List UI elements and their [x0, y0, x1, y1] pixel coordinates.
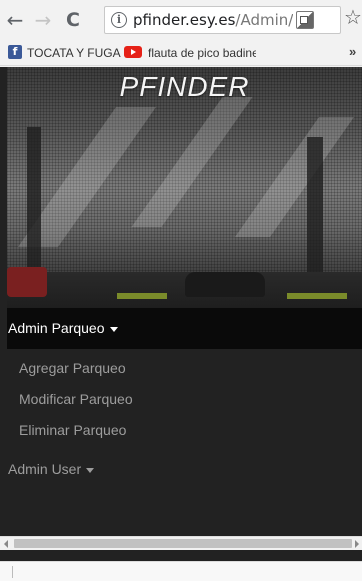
page-viewport: PFINDER Admin Parqueo Agregar Parqueo Mo… [0, 67, 362, 561]
parking-stripe [287, 293, 347, 299]
url-text[interactable]: pfinder.esy.es/Admin/Ad [133, 11, 293, 29]
parking-stripe [117, 293, 167, 299]
admin-navbar: Admin Parqueo [7, 308, 362, 349]
caret-down-icon [109, 326, 118, 332]
bookmark-tocata[interactable]: f TOCATA Y FUGA [8, 45, 121, 60]
red-car [7, 267, 47, 297]
url-path: /Admin/Ad [235, 11, 293, 29]
address-bar[interactable]: i pfinder.esy.es/Admin/Ad [104, 6, 341, 34]
address-toolbar: ← → C i pfinder.esy.es/Admin/Ad ☆ [0, 0, 362, 40]
pillar [307, 137, 323, 277]
scroll-left-icon[interactable] [4, 540, 8, 548]
dark-car [185, 272, 265, 297]
admin-parqueo-label: Admin Parqueo [8, 320, 105, 336]
bookmark-label: TOCATA Y FUGA [27, 46, 121, 60]
bookmark-flauta[interactable]: flauta de pico badine [124, 46, 256, 60]
bookmark-label: flauta de pico badine [148, 46, 256, 60]
site-title: PFINDER [119, 71, 250, 102]
menu-item-eliminar-parqueo[interactable]: Eliminar Parqueo [19, 422, 126, 438]
bottom-strip [0, 561, 362, 581]
scrollbar-thumb[interactable] [14, 539, 352, 548]
admin-user-label: Admin User [8, 461, 82, 477]
caret-down-icon [86, 467, 95, 473]
admin-parqueo-dropdown[interactable]: Admin Parqueo [8, 320, 118, 336]
browser-window: ← → C i pfinder.esy.es/Admin/Ad ☆ f TOCA… [0, 0, 362, 581]
youtube-icon [124, 46, 142, 58]
bookmark-star-icon[interactable]: ☆ [344, 6, 362, 28]
admin-user-dropdown[interactable]: Admin User [8, 461, 95, 477]
forward-icon[interactable]: → [32, 9, 54, 31]
scroll-right-icon[interactable] [355, 540, 359, 548]
reload-icon[interactable]: C [62, 9, 84, 31]
pillar [27, 127, 41, 277]
back-icon[interactable]: ← [4, 9, 26, 31]
menu-item-agregar-parqueo[interactable]: Agregar Parqueo [19, 360, 126, 376]
info-icon[interactable]: i [111, 12, 127, 28]
horizontal-scrollbar[interactable] [0, 536, 362, 550]
bookmarks-overflow-icon[interactable]: » [349, 44, 356, 59]
url-host: pfinder.esy.es [133, 11, 236, 29]
translate-icon[interactable] [296, 11, 314, 29]
hero-banner: PFINDER [7, 67, 362, 334]
ceiling-light [131, 97, 253, 227]
divider [12, 566, 13, 578]
menu-item-modificar-parqueo[interactable]: Modificar Parqueo [19, 391, 133, 407]
ceiling-light [234, 117, 355, 237]
bookmarks-bar: f TOCATA Y FUGA flauta de pico badine » [0, 40, 362, 66]
facebook-icon: f [8, 45, 22, 59]
admin-parqueo-menu: Agregar Parqueo Modificar Parqueo Elimin… [7, 349, 362, 539]
